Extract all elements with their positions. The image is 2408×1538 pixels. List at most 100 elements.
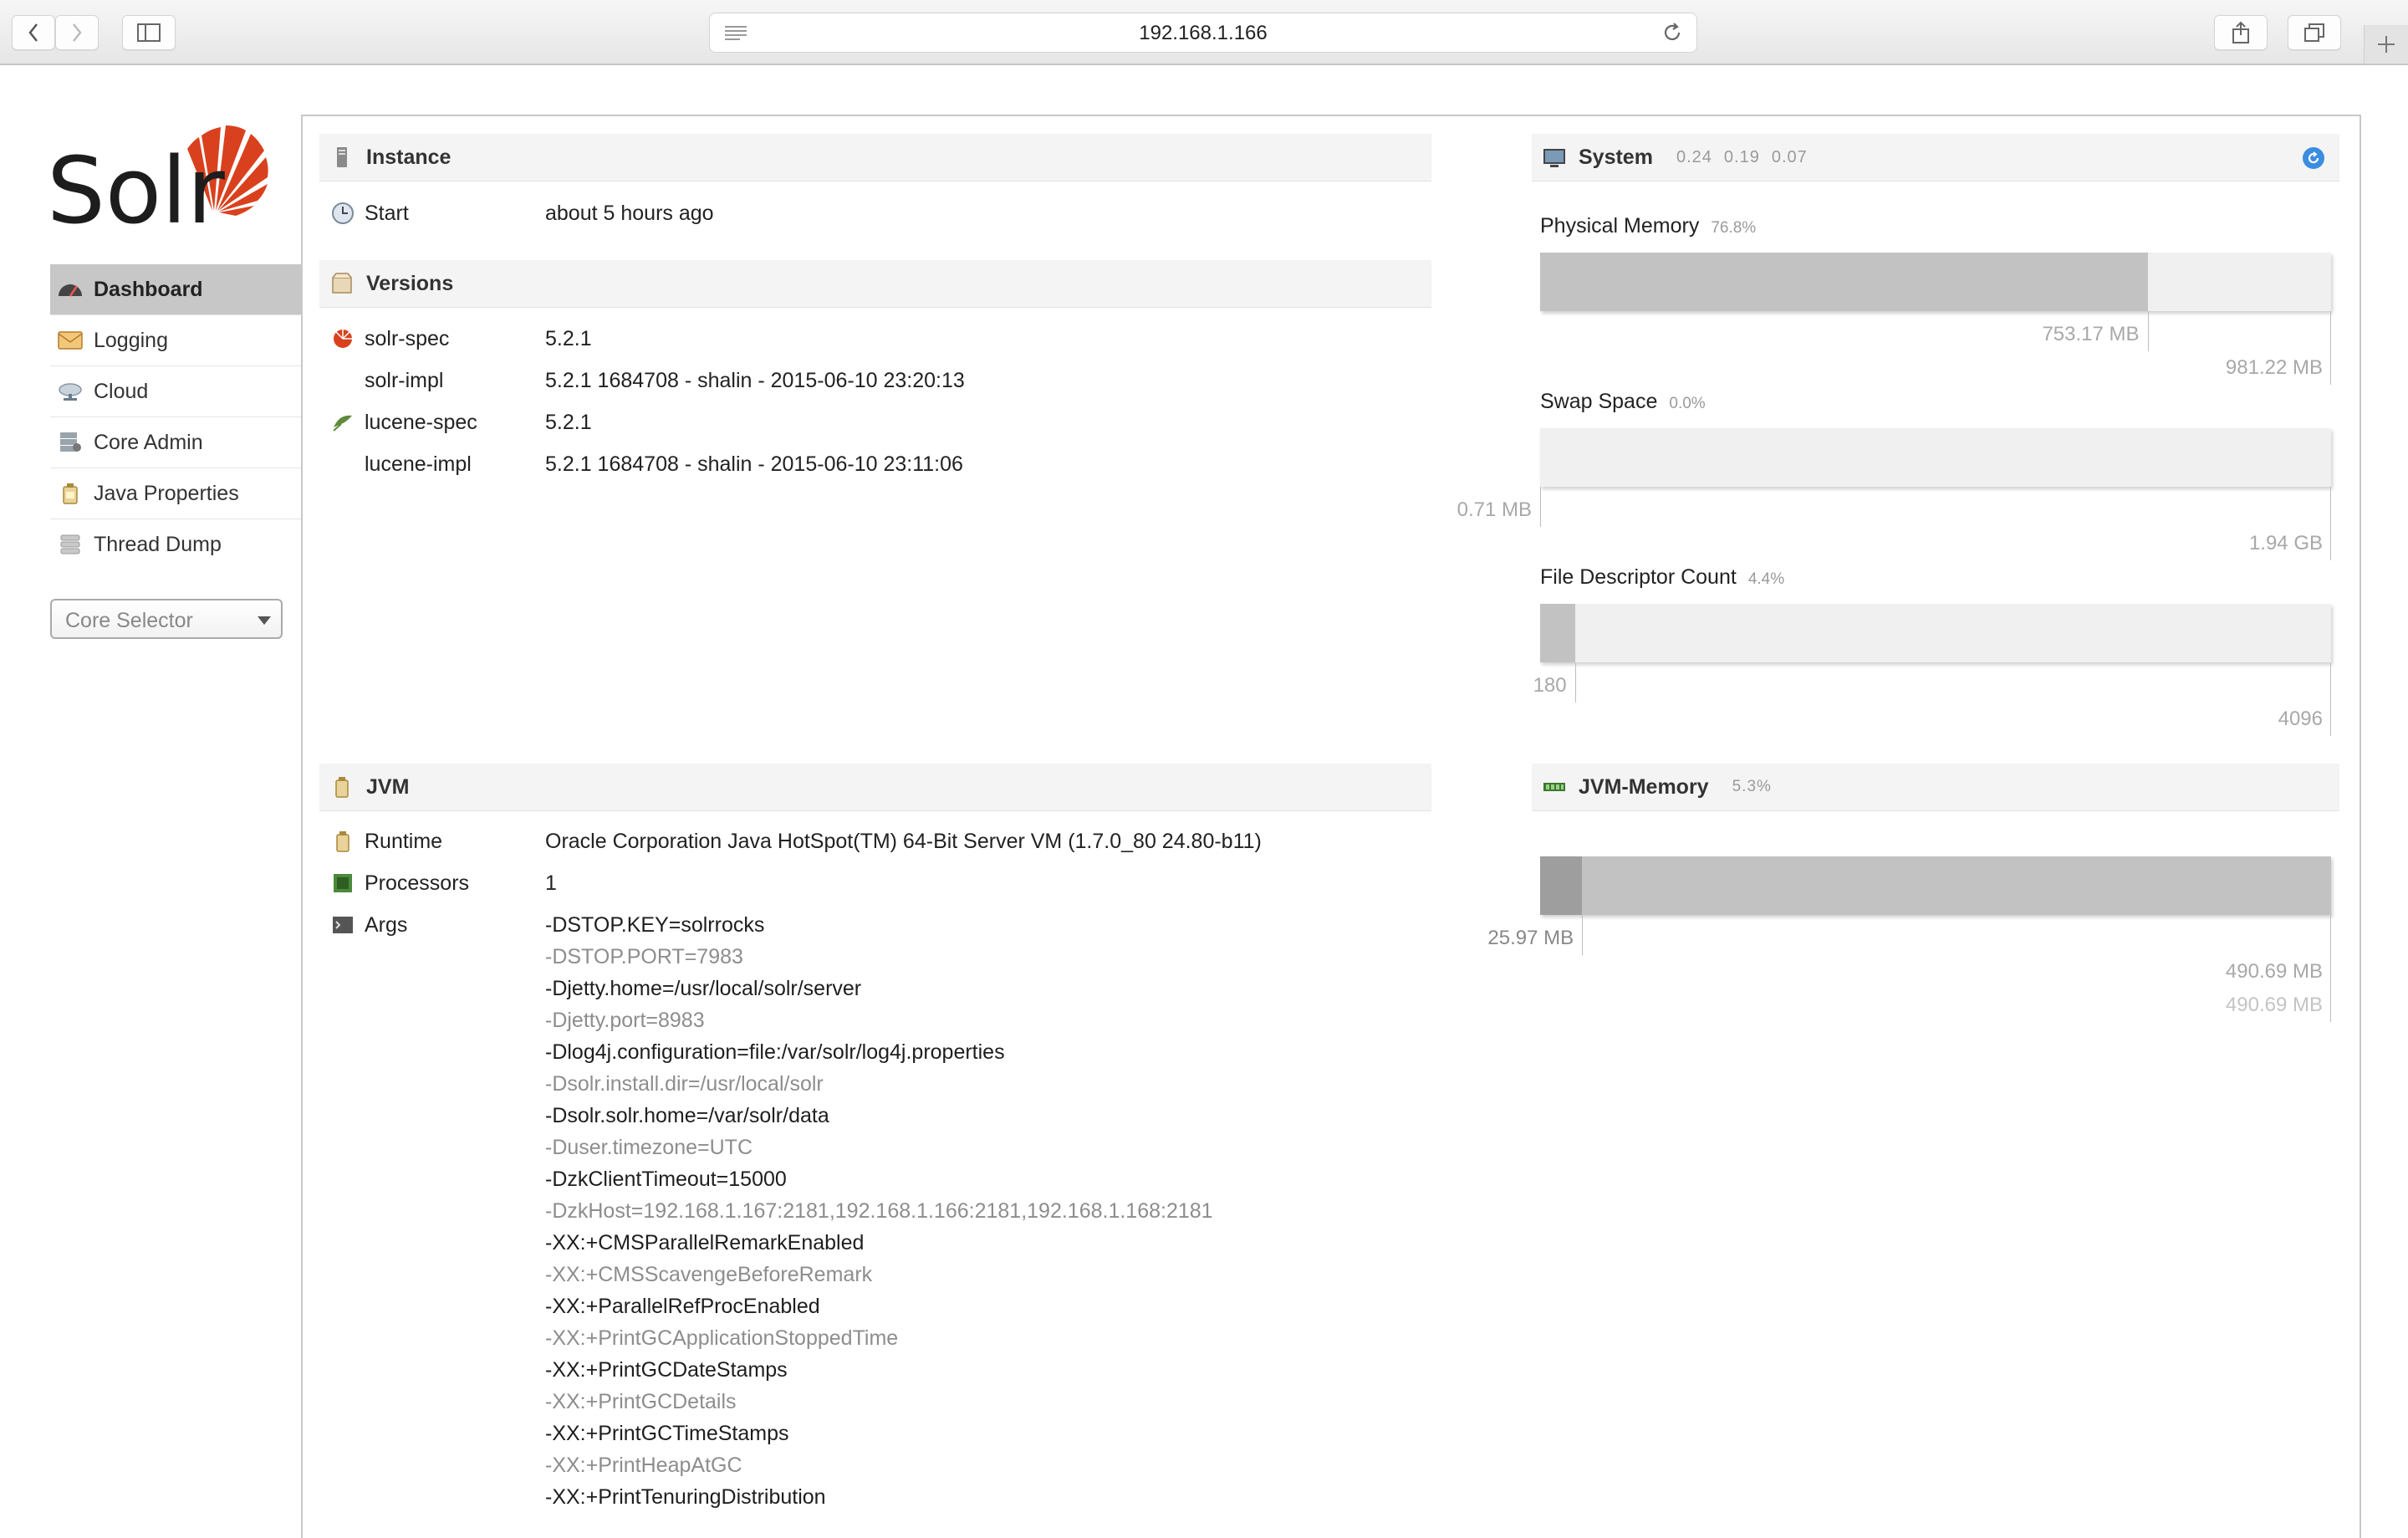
load-average-15: 0.07	[1771, 147, 1808, 166]
server-icon	[329, 145, 355, 170]
version-value: 5.2.1 1684708 - shalin - 2015-06-10 23:1…	[545, 452, 963, 476]
swap-space-used: 0.71 MB	[1457, 498, 1532, 521]
browser-toolbar: 192.168.1.166	[0, 0, 2408, 65]
physical-memory-used-tick	[2147, 311, 2149, 351]
file-descriptor-fill	[1540, 604, 1575, 662]
jvm-arg: -Djetty.port=8983	[545, 1009, 705, 1032]
start-label: Start	[365, 202, 409, 225]
refresh-icon[interactable]	[2303, 147, 2324, 169]
sidebar-item-core-admin[interactable]: Core Admin	[50, 417, 303, 468]
sidebar-item-cloud[interactable]: Cloud	[50, 366, 303, 417]
jvm-arg: -XX:+CMSScavengeBeforeRemark	[545, 1263, 873, 1286]
jvm-memory-section-header: JVM-Memory 5.3%	[1532, 764, 2339, 811]
instance-title: Instance	[366, 145, 452, 169]
load-average-5: 0.19	[1723, 147, 1760, 166]
swap-space-total-tick	[2330, 487, 2331, 560]
jvm-arg: -XX:+PrintGCDateStamps	[545, 1358, 788, 1382]
jvm-arg: -DzkClientTimeout=15000	[545, 1168, 787, 1191]
jvm-title: JVM	[366, 774, 410, 799]
jvm-arg: -DSTOP.KEY=solrrocks	[545, 913, 765, 937]
dashboard-icon	[57, 278, 84, 301]
runtime-icon	[336, 831, 349, 852]
monitor-icon	[1542, 145, 1567, 170]
sidebar-item-java-properties[interactable]: Java Properties	[50, 468, 303, 519]
file-descriptor-used: 180	[1533, 674, 1567, 697]
tabs-icon	[2304, 23, 2324, 42]
physical-memory-used: 753.17 MB	[2042, 323, 2140, 345]
jvm-arg: -Djetty.home=/usr/local/solr/server	[545, 977, 862, 1000]
reload-icon[interactable]	[1661, 22, 1683, 43]
tabs-button[interactable]	[2288, 15, 2341, 50]
version-label: lucene-spec	[365, 411, 477, 434]
version-label: solr-impl	[365, 369, 444, 392]
file-descriptor-bar	[1540, 604, 2331, 662]
physical-memory-percent: 76.8%	[1711, 219, 1757, 237]
sidebar-item-label: Java Properties	[94, 481, 239, 505]
core-selector-label: Core Selector	[65, 609, 193, 632]
solr-icon	[334, 330, 352, 348]
jvm-arg: -DzkHost=192.168.1.167:2181,192.168.1.16…	[545, 1199, 1213, 1223]
sidebar-item-dashboard[interactable]: Dashboard	[50, 264, 303, 315]
jvm-memory-max: 490.69 MB	[2225, 994, 2323, 1016]
memory-chip-icon	[1542, 774, 1567, 800]
version-value: 5.2.1 1684708 - shalin - 2015-06-10 23:2…	[545, 369, 965, 392]
java-properties-icon	[57, 482, 84, 505]
file-descriptor-label: File Descriptor Count	[1540, 565, 1737, 589]
system-title: System	[1579, 145, 1653, 169]
sidebar-item-label: Logging	[94, 328, 168, 352]
physical-memory-total-tick	[2330, 311, 2331, 385]
sidebar-icon	[137, 23, 161, 42]
physical-memory-total: 981.22 MB	[2225, 356, 2323, 379]
sidebar-item-thread-dump[interactable]: Thread Dump	[50, 519, 303, 570]
core-selector-dropdown[interactable]: Core Selector	[50, 599, 283, 639]
jvm-arg: -Duser.timezone=UTC	[545, 1136, 752, 1159]
chevron-down-icon	[258, 616, 271, 625]
plus-icon	[2378, 36, 2395, 53]
swap-space-bar	[1540, 428, 2331, 487]
file-descriptor-total-tick	[2330, 662, 2331, 736]
logging-icon	[57, 329, 84, 352]
jvm-memory-committed-fill	[1540, 856, 2331, 915]
share-icon	[2232, 21, 2249, 43]
args-label: Args	[365, 913, 408, 937]
jvm-section-header: JVM	[319, 764, 1431, 811]
address-bar[interactable]: 192.168.1.166	[709, 13, 1697, 53]
swap-space-used-tick	[1540, 487, 1541, 527]
jvm-arg: -DSTOP.PORT=7983	[545, 945, 743, 968]
version-label: solr-spec	[365, 327, 450, 350]
logo-text: Solr	[47, 137, 226, 224]
core-admin-icon	[57, 431, 84, 454]
chevron-right-icon	[73, 23, 82, 42]
share-button[interactable]	[2214, 15, 2268, 50]
terminal-icon	[333, 917, 353, 933]
java-icon	[329, 774, 355, 800]
version-value: 5.2.1	[545, 411, 592, 434]
jvm-arg: -Dsolr.solr.home=/var/solr/data	[545, 1104, 829, 1127]
sidebar-nav: Dashboard Logging Cloud Core Admin Java …	[50, 264, 303, 570]
jvm-memory-used-fill	[1540, 856, 1583, 915]
clock-icon	[332, 202, 354, 224]
swap-space-percent: 0.0%	[1669, 395, 1706, 412]
physical-memory-label: Physical Memory	[1540, 214, 1700, 238]
jvm-arg: -XX:+PrintGCDetails	[545, 1390, 737, 1413]
cloud-icon	[57, 380, 84, 403]
sidebar-toggle-button[interactable]	[122, 15, 176, 50]
forward-button[interactable]	[55, 15, 99, 50]
jvm-arg: -XX:+PrintHeapAtGC	[545, 1454, 742, 1477]
jvm-memory-bar	[1540, 856, 2331, 915]
jvm-memory-used: 25.97 MB	[1487, 927, 1574, 949]
jvm-arg: -XX:+CMSParallelRemarkEnabled	[545, 1231, 865, 1254]
sidebar-item-label: Core Admin	[94, 430, 203, 454]
physical-memory-title: Physical Memory 76.8%	[1540, 214, 1756, 238]
chevron-left-icon	[28, 23, 38, 42]
jvm-memory-max-tick	[2330, 915, 2331, 1022]
new-tab-button[interactable]	[2364, 25, 2408, 64]
physical-memory-bar	[1540, 253, 2331, 311]
file-descriptor-percent: 4.4%	[1747, 570, 1785, 588]
jvm-memory-used-tick	[1582, 915, 1584, 955]
solr-logo[interactable]: Solr	[47, 112, 269, 244]
processors-value: 1	[545, 871, 557, 895]
back-button[interactable]	[12, 15, 55, 50]
sidebar-item-logging[interactable]: Logging	[50, 315, 303, 366]
runtime-value: Oracle Corporation Java HotSpot(TM) 64-B…	[545, 830, 1262, 853]
